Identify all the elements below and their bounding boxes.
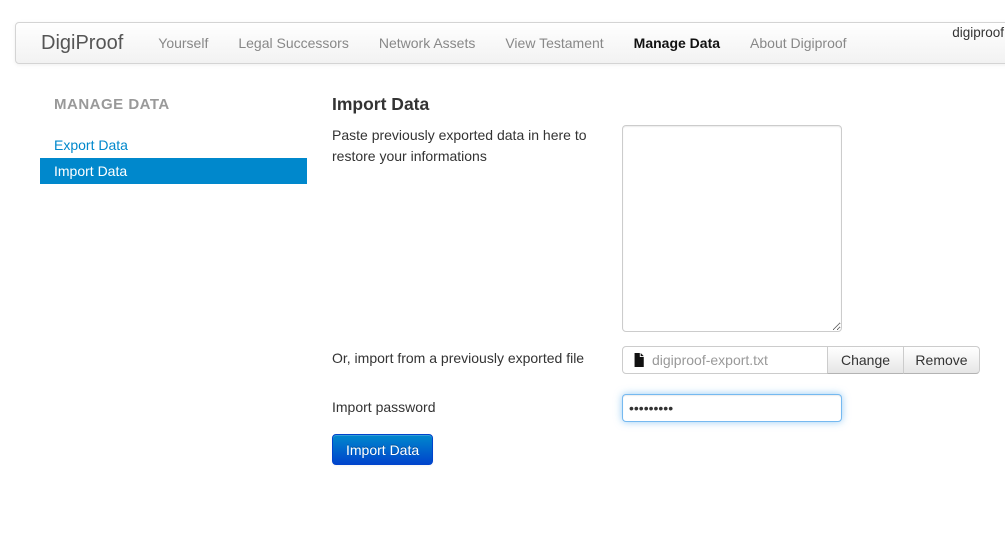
- nav-item-about-digiproof[interactable]: About Digiproof: [735, 23, 862, 63]
- file-input-widget: digiproof-export.txt Change Remove: [622, 346, 980, 374]
- import-file-label: Or, import from a previously exported fi…: [332, 348, 584, 369]
- sidebar-item-import-data[interactable]: Import Data: [40, 158, 307, 184]
- sidebar: MANAGE DATA Export Data Import Data: [40, 96, 307, 184]
- selected-file-field[interactable]: digiproof-export.txt: [622, 346, 828, 374]
- logged-in-user: digiproof: [952, 25, 1004, 40]
- digiproof-app: DigiProof Yourself Legal Successors Netw…: [0, 0, 1005, 539]
- file-icon: [633, 353, 644, 367]
- sidebar-heading: MANAGE DATA: [40, 96, 307, 114]
- import-data-submit-button[interactable]: Import Data: [332, 434, 433, 465]
- nav-item-legal-successors[interactable]: Legal Successors: [223, 23, 364, 63]
- change-file-button[interactable]: Change: [827, 346, 904, 374]
- nav-item-yourself[interactable]: Yourself: [143, 23, 223, 63]
- nav-item-network-assets[interactable]: Network Assets: [364, 23, 490, 63]
- remove-file-button[interactable]: Remove: [903, 346, 980, 374]
- import-password-label: Import password: [332, 397, 435, 418]
- paste-data-textarea[interactable]: [622, 125, 842, 332]
- main-nav: Yourself Legal Successors Network Assets…: [143, 23, 861, 63]
- page-title: Import Data: [332, 94, 429, 114]
- paste-data-label: Paste previously exported data in here t…: [332, 125, 604, 167]
- brand-logo[interactable]: DigiProof: [36, 32, 128, 55]
- import-password-input[interactable]: [622, 394, 842, 422]
- nav-item-manage-data[interactable]: Manage Data: [619, 23, 735, 63]
- navbar-inner: DigiProof Yourself Legal Successors Netw…: [16, 23, 1005, 63]
- navbar: DigiProof Yourself Legal Successors Netw…: [15, 22, 1005, 64]
- sidebar-item-export-data[interactable]: Export Data: [40, 132, 307, 158]
- nav-item-view-testament[interactable]: View Testament: [490, 23, 618, 63]
- selected-file-name: digiproof-export.txt: [652, 352, 768, 368]
